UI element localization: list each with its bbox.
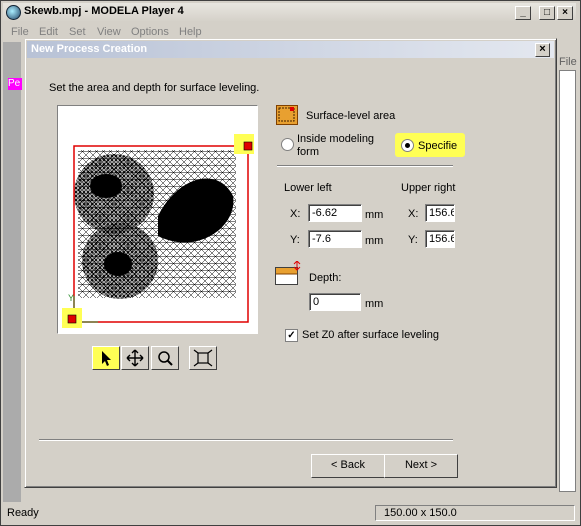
menu-help[interactable]: Help	[179, 26, 202, 38]
dialog-title: New Process Creation	[31, 43, 148, 55]
depth-input[interactable]	[309, 293, 361, 311]
move-tool-button[interactable]	[121, 346, 149, 370]
left-panel: Pe	[3, 42, 22, 502]
lower-left-handle[interactable]	[67, 314, 77, 324]
menu-view[interactable]: View	[97, 26, 121, 38]
fit-view-button[interactable]	[189, 346, 217, 370]
lower-left-y-unit: mm	[365, 235, 384, 247]
dialog-close-icon[interactable]: ×	[535, 43, 550, 57]
inside-form-radio[interactable]	[281, 138, 294, 151]
lower-left-label: Lower left	[284, 182, 332, 194]
status-text: Ready	[7, 507, 39, 519]
minimize-icon[interactable]: _	[515, 6, 531, 20]
menu-file[interactable]: File	[11, 26, 29, 38]
select-tool-button[interactable]	[92, 346, 120, 370]
right-file-label: File	[559, 56, 577, 68]
model-preview[interactable]: Y	[57, 105, 258, 334]
inside-form-label-line1: Inside modeling	[297, 133, 375, 145]
inside-form-label: Inside modeling form	[297, 133, 374, 159]
status-bar: Ready 150.00 x 150.0	[3, 503, 576, 522]
separator-2	[39, 439, 453, 441]
status-panel: 150.00 x 150.0	[375, 505, 575, 521]
maximize-icon[interactable]: □	[539, 6, 555, 20]
surface-level-area-label: Surface-level area	[306, 110, 396, 122]
depth-unit: mm	[365, 298, 384, 310]
menu-set[interactable]: Set	[69, 26, 86, 38]
right-list	[559, 70, 576, 492]
set-z0-checkbox[interactable]: ✓	[285, 329, 298, 342]
mesh-model	[74, 150, 236, 299]
close-icon[interactable]: ×	[557, 6, 573, 20]
lower-left-y-label: Y:	[290, 234, 300, 246]
right-panel: File Pe	[557, 42, 577, 502]
fit-view-icon	[193, 349, 213, 367]
lower-left-x-unit: mm	[365, 209, 384, 221]
lower-left-x-input[interactable]	[308, 204, 362, 222]
lower-left-y-input[interactable]	[308, 230, 362, 248]
menu-edit[interactable]: Edit	[39, 26, 58, 38]
new-process-dialog: New Process Creation × Set the area and …	[24, 38, 557, 488]
dialog-title-bar: New Process Creation ×	[27, 41, 554, 58]
menu-options[interactable]: Options	[131, 26, 169, 38]
separator-1	[277, 165, 453, 167]
specified-radio[interactable]	[401, 139, 414, 152]
status-size: 150.00 x 150.0	[384, 507, 457, 519]
specified-label: Specifie	[418, 140, 458, 152]
upper-right-y-input[interactable]	[425, 230, 455, 248]
upper-right-label: Upper right	[401, 182, 456, 194]
lower-left-x-label: X:	[290, 208, 301, 220]
zoom-tool-button[interactable]	[151, 346, 179, 370]
zoom-icon	[158, 351, 173, 366]
radio-selected-dot	[405, 143, 410, 148]
left-pink-tab[interactable]: Pe	[8, 78, 22, 90]
set-z0-label: Set Z0 after surface leveling	[302, 329, 439, 341]
surface-area-icon	[276, 105, 298, 125]
depth-arrow-icon	[293, 261, 301, 271]
upper-right-handle[interactable]	[243, 141, 253, 151]
next-button[interactable]: Next >	[384, 454, 458, 478]
upper-right-x-label: X:	[408, 208, 419, 220]
depth-label: Depth:	[309, 272, 342, 284]
arrow-cursor-icon	[102, 351, 111, 366]
upper-right-x-input[interactable]	[425, 204, 455, 222]
app-icon	[6, 5, 21, 20]
inside-form-label-line2: form	[297, 146, 319, 158]
back-button[interactable]: < Back	[311, 454, 385, 478]
upper-right-y-label: Y:	[408, 234, 418, 246]
svg-text:Y: Y	[68, 293, 74, 303]
move-icon	[126, 349, 144, 367]
app-title: Skewb.mpj - MODELA Player 4	[24, 5, 184, 17]
instruction-text: Set the area and depth for surface level…	[49, 82, 260, 94]
